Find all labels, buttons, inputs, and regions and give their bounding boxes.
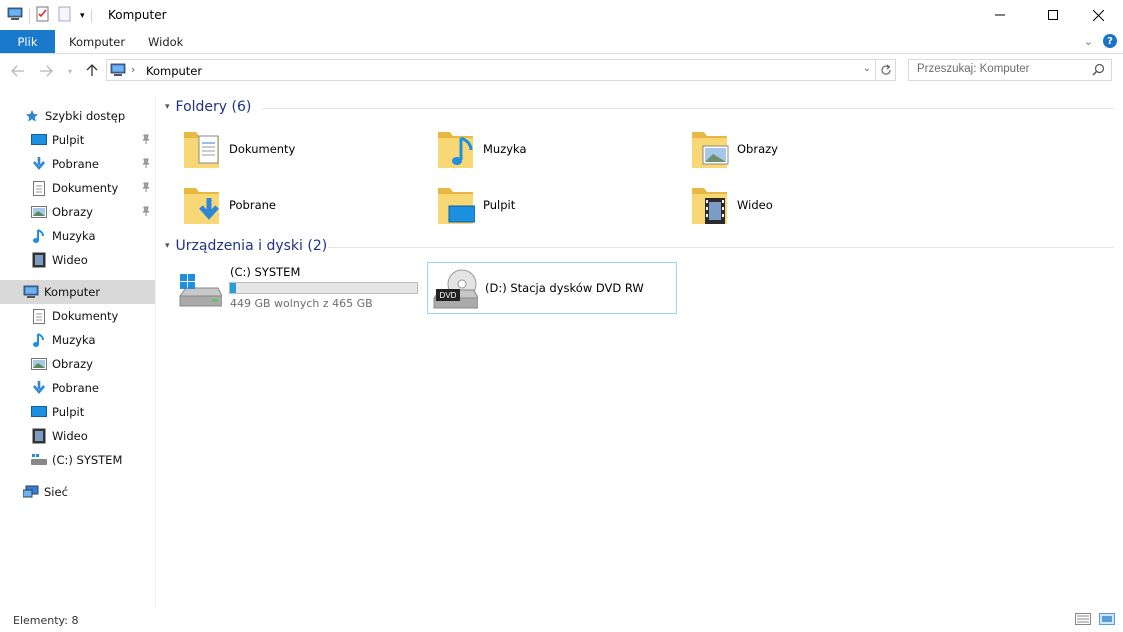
dvd-badge: DVD [440, 291, 457, 300]
search-input[interactable] [917, 63, 1087, 75]
folder-desktop[interactable]: Pulpit [437, 180, 687, 230]
sidebar-item-computer[interactable]: Komputer [0, 280, 155, 304]
sidebar-item-network[interactable]: Sieć [0, 480, 155, 504]
documents-folder-icon [183, 126, 221, 173]
sidebar-item-music[interactable]: Muzyka [0, 224, 155, 248]
folder-downloads[interactable]: Pobrane [183, 180, 433, 230]
drive-d-tile[interactable]: DVD (D:) Stacja dysków DVD RW [427, 262, 677, 314]
item-count: Elementy: 8 [13, 614, 79, 627]
search-box[interactable] [908, 59, 1112, 81]
folder-videos[interactable]: Wideo [691, 180, 941, 230]
folder-music[interactable]: Muzyka [437, 124, 687, 174]
large-icons-view-icon[interactable] [1099, 613, 1115, 628]
help-icon[interactable]: ? [1103, 34, 1117, 48]
sidebar-item-pictures[interactable]: Obrazy [0, 352, 155, 376]
pin-icon[interactable] [141, 205, 151, 219]
sidebar-item-desktop[interactable]: Pulpit [0, 128, 155, 152]
forward-arrow-icon[interactable] [38, 63, 54, 79]
sidebar-item-drive-c[interactable]: (C:) SYSTEM [0, 448, 155, 472]
refresh-button[interactable] [876, 59, 896, 81]
picture-icon [31, 356, 47, 372]
tab-view[interactable]: Widok [148, 30, 183, 53]
music-icon [31, 228, 47, 244]
expand-ribbon-icon[interactable]: ⌄ [1084, 35, 1093, 48]
address-bar[interactable]: › Komputer ⌄ [106, 59, 876, 81]
desktop-icon [31, 404, 47, 420]
desktop-icon [31, 132, 47, 148]
details-view-icon[interactable] [1075, 613, 1091, 628]
properties-icon[interactable] [36, 6, 50, 25]
sidebar-item-videos[interactable]: Wideo [0, 248, 155, 272]
picture-icon [31, 204, 47, 220]
pin-icon[interactable] [141, 181, 151, 195]
download-icon [31, 156, 47, 172]
chevron-down-icon[interactable]: ▾ [165, 102, 170, 112]
network-icon [23, 484, 39, 500]
sidebar-item-pictures[interactable]: Obrazy [0, 200, 155, 224]
divider [262, 108, 1114, 109]
sidebar-item-quick-access[interactable]: Szybki dostęp [0, 104, 155, 128]
sidebar-item-documents[interactable]: Dokumenty [0, 176, 155, 200]
music-folder-icon [437, 126, 475, 173]
folder-pictures[interactable]: Obrazy [691, 124, 941, 174]
folders-group-header[interactable]: ▾ Foldery (6) [165, 99, 251, 115]
drive-icon [31, 452, 47, 468]
downloads-folder-icon [183, 182, 221, 229]
status-bar: Elementy: 8 [0, 608, 1123, 632]
music-icon [31, 332, 47, 348]
dvd-drive-icon: DVD [432, 268, 479, 313]
breadcrumb[interactable]: Komputer [146, 64, 202, 78]
title-bar: ▾ Komputer [0, 0, 1123, 30]
video-icon [31, 252, 47, 268]
video-icon [31, 428, 47, 444]
download-icon [31, 380, 47, 396]
drive-c-usage-bar [229, 282, 418, 294]
divider [328, 247, 1114, 248]
drive-c-tile[interactable]: (C:) SYSTEM 449 GB wolnych z 465 GB [174, 262, 424, 312]
back-arrow-icon[interactable] [10, 63, 26, 79]
minimize-button[interactable] [977, 0, 1023, 30]
document-icon [31, 308, 47, 324]
sidebar-item-downloads[interactable]: Pobrane [0, 152, 155, 176]
folder-documents[interactable]: Dokumenty [183, 124, 433, 174]
search-icon[interactable] [1092, 63, 1105, 79]
star-icon [24, 108, 40, 124]
maximize-button[interactable] [1030, 0, 1076, 30]
tab-file[interactable]: Plik [0, 30, 55, 53]
sidebar-item-videos[interactable]: Wideo [0, 424, 155, 448]
videos-folder-icon [691, 182, 729, 229]
close-button[interactable] [1075, 0, 1121, 30]
drive-c-free-space: 449 GB wolnych z 465 GB [230, 297, 373, 310]
customize-toolbar-icon[interactable]: ▾ [80, 11, 85, 21]
desktop-folder-icon [437, 182, 476, 229]
new-folder-icon[interactable] [58, 6, 72, 25]
computer-icon[interactable] [7, 7, 23, 24]
recent-locations-icon[interactable]: ▾ [62, 63, 78, 79]
sidebar-item-music[interactable]: Muzyka [0, 328, 155, 352]
chevron-down-icon[interactable]: ⌄ [863, 63, 871, 74]
devices-group-header[interactable]: ▾ Urządzenia i dyski (2) [165, 238, 327, 254]
chevron-down-icon[interactable]: ▾ [165, 241, 170, 251]
drive-d-label: (D:) Stacja dysków DVD RW [485, 281, 644, 295]
quick-access-toolbar: ▾ [7, 6, 98, 25]
sidebar-item-desktop[interactable]: Pulpit [0, 400, 155, 424]
up-arrow-icon[interactable] [84, 62, 100, 78]
pin-icon[interactable] [141, 133, 151, 147]
tab-computer[interactable]: Komputer [69, 30, 125, 53]
pin-icon[interactable] [141, 157, 151, 171]
computer-icon [23, 284, 39, 300]
drive-icon [178, 274, 223, 313]
computer-icon [110, 63, 126, 80]
sidebar-item-downloads[interactable]: Pobrane [0, 376, 155, 400]
chevron-right-icon[interactable]: › [131, 63, 135, 76]
drive-c-usage-fill [230, 283, 237, 293]
drive-c-label: (C:) SYSTEM [230, 265, 301, 279]
document-icon [31, 180, 47, 196]
pictures-folder-icon [691, 126, 729, 173]
navigation-pane: Szybki dostęp Pulpit Pobrane Dokumenty O… [0, 96, 156, 608]
window-title: Komputer [108, 8, 167, 22]
ribbon: Plik Komputer Widok ⌄ ? [0, 30, 1123, 54]
sidebar-item-documents[interactable]: Dokumenty [0, 304, 155, 328]
